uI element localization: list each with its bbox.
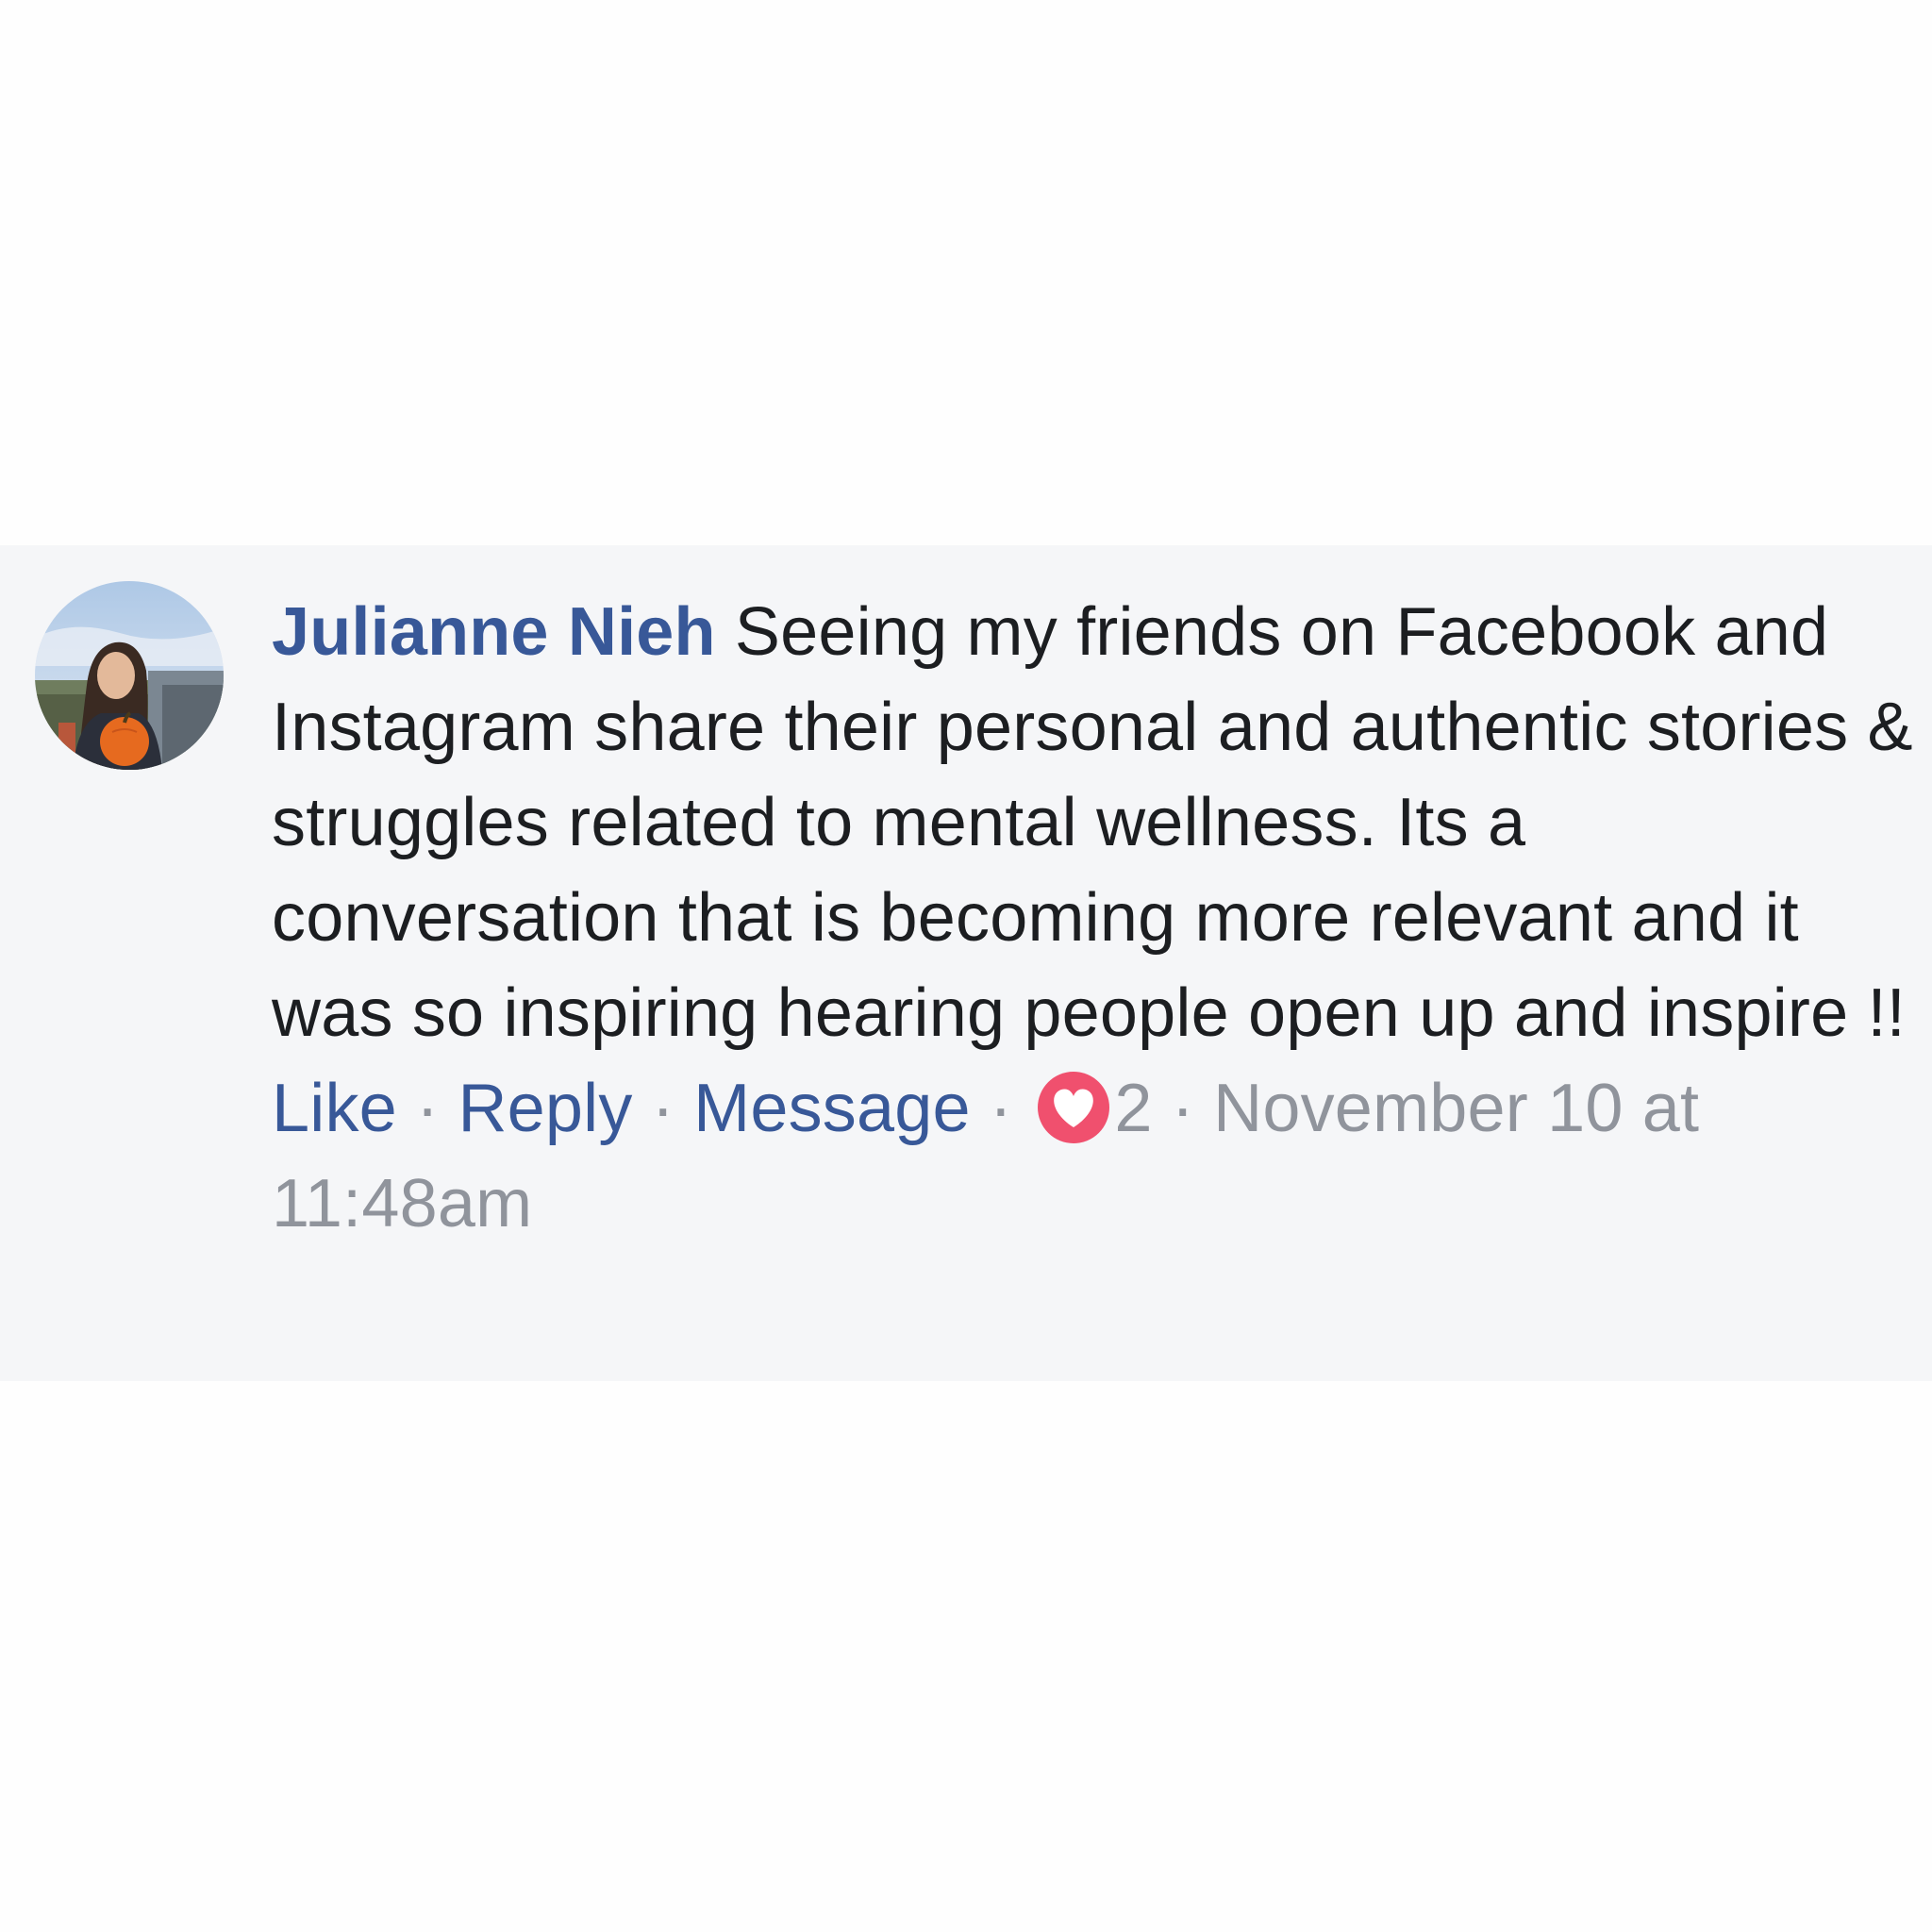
author-name-link[interactable]: Julianne Nieh xyxy=(272,594,716,670)
reply-button[interactable]: Reply xyxy=(458,1071,632,1146)
comment-card: Julianne Nieh Seeing my friends on Faceb… xyxy=(0,545,1932,1381)
separator-dot: · xyxy=(1152,1071,1214,1146)
avatar-photo xyxy=(35,581,224,770)
heart-icon[interactable] xyxy=(1037,1071,1110,1144)
like-button[interactable]: Like xyxy=(272,1071,397,1146)
separator-dot: · xyxy=(970,1071,1032,1146)
comment-actions: Like · Reply · Message · 2 · November 10… xyxy=(272,1061,1913,1252)
avatar[interactable] xyxy=(35,581,224,770)
message-button[interactable]: Message xyxy=(693,1071,971,1146)
separator-dot: · xyxy=(396,1071,458,1146)
comment-body: Julianne Nieh Seeing my friends on Faceb… xyxy=(272,585,1913,1252)
page-canvas: Julianne Nieh Seeing my friends on Faceb… xyxy=(0,0,1932,1932)
reaction-count[interactable]: 2 xyxy=(1114,1071,1152,1146)
separator-dot: · xyxy=(632,1071,694,1146)
